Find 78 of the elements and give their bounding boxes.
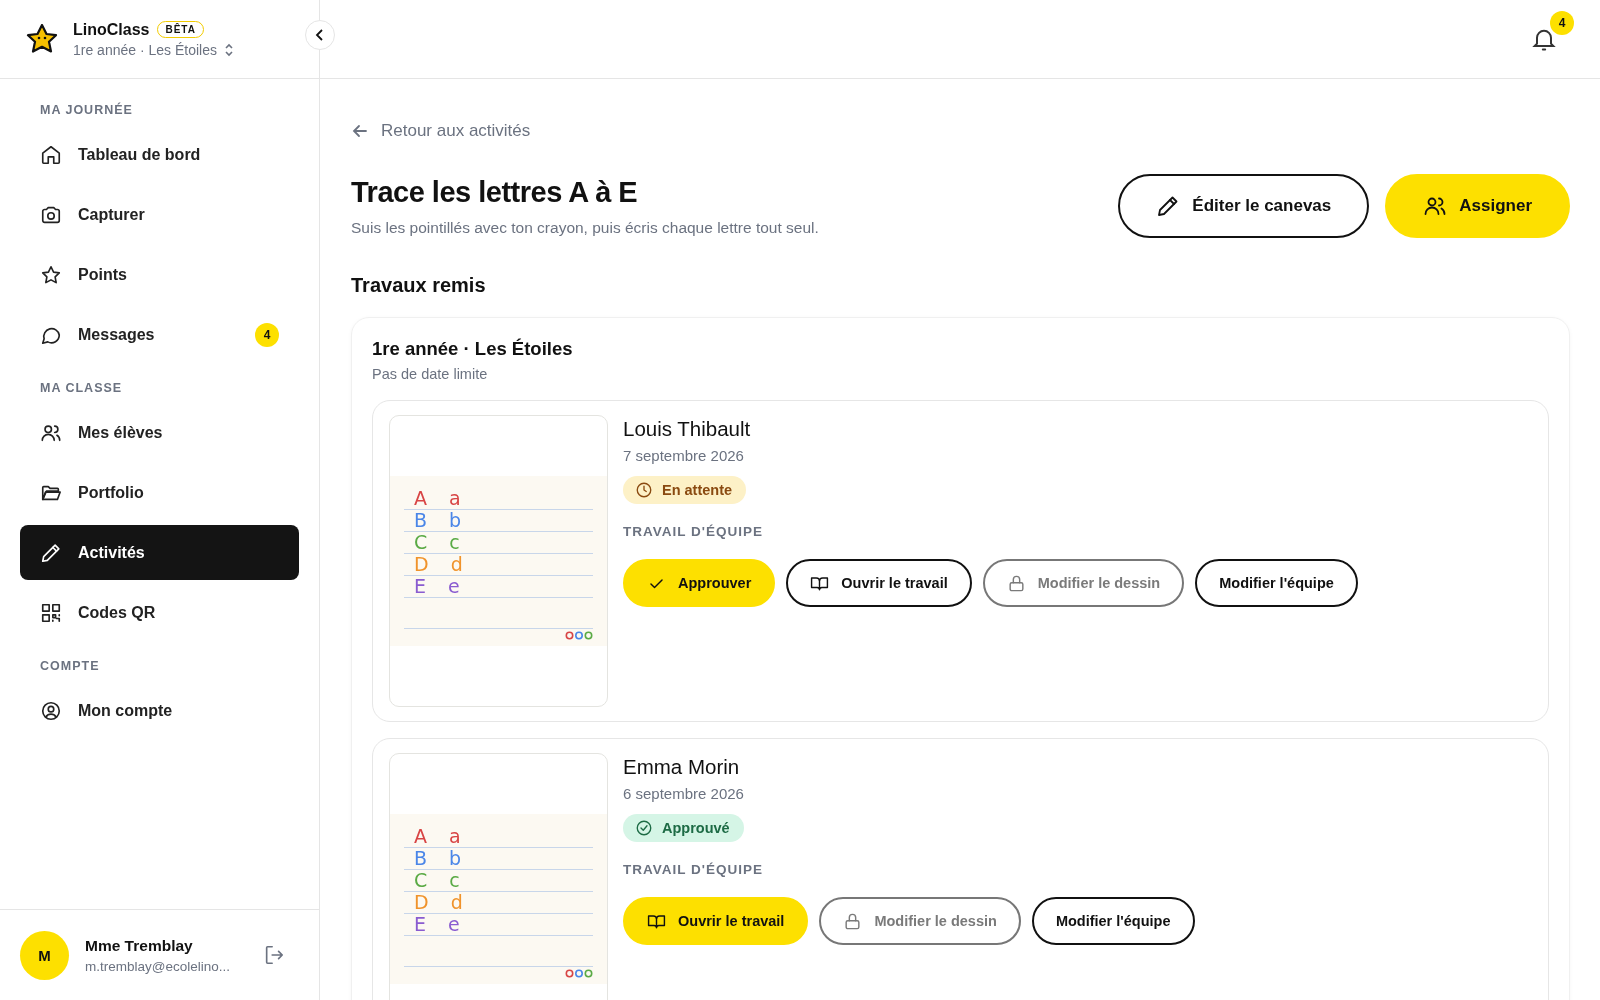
nav-item[interactable]: Messages 4 [20, 307, 299, 362]
user-avatar: M [20, 930, 69, 980]
nav-item[interactable]: Points [20, 247, 299, 302]
class-switcher[interactable]: 1re année · Les Étoiles [73, 41, 235, 58]
action-button[interactable]: Assigner [1385, 174, 1570, 238]
team-work-label: TRAVAIL D'ÉQUIPE [623, 524, 763, 539]
star-logo-icon [25, 24, 59, 54]
traced-letter: b [449, 510, 462, 531]
lock-icon [1006, 573, 1026, 593]
status-badge: Approuvé [623, 814, 744, 842]
submission-date: 6 septembre 2026 [623, 785, 744, 802]
action-button[interactable]: Ouvrir le travail [786, 559, 972, 607]
action-button[interactable]: Approuver [623, 559, 776, 607]
traced-letter: D [414, 892, 429, 913]
app-name: LinoClass [73, 20, 150, 39]
traced-letter: B [414, 510, 428, 531]
user-email: m.tremblay@ecolelino... [85, 958, 231, 974]
chevron-up-down-icon [223, 42, 235, 57]
collapse-sidebar-button[interactable] [305, 20, 335, 50]
lock-icon [843, 911, 863, 931]
unread-badge: 4 [255, 322, 279, 347]
clock-icon [635, 481, 653, 499]
drawing-thumbnail[interactable]: A a B b C c D d E e [389, 753, 608, 1000]
traced-letter: b [449, 848, 462, 869]
drawing-thumbnail[interactable]: A a B b C c D d E e [389, 415, 608, 707]
nav-section-title: COMPTE [39, 658, 101, 675]
traced-letter: e [448, 576, 460, 597]
user-circle-icon [40, 699, 62, 722]
action-button[interactable]: Éditer le canevas [1118, 174, 1370, 238]
traced-letter: a [449, 488, 461, 509]
nav-item[interactable]: Capturer [20, 187, 299, 242]
student-name: Emma Morin [623, 755, 740, 779]
home-icon [40, 143, 62, 166]
pencil-icon [40, 541, 62, 564]
action-button[interactable]: Modifier l'équipe [1031, 897, 1195, 945]
traced-letter: A [414, 488, 427, 509]
traced-letter: a [449, 826, 461, 847]
action-button[interactable]: Ouvrir le travail [623, 897, 809, 945]
traced-letter: d [450, 554, 463, 575]
due-date: Pas de date limite [372, 366, 489, 382]
traced-letter: e [448, 914, 460, 935]
traced-letter: E [414, 576, 426, 597]
status-badge: En attente [623, 476, 747, 504]
traced-letter: c [449, 870, 460, 891]
arrow-left-icon [351, 122, 369, 140]
back-link[interactable]: Retour aux activités [351, 121, 531, 141]
nav-item[interactable]: Mes élèves [20, 405, 299, 460]
qr-code-icon [40, 601, 62, 624]
nav-item[interactable]: Codes QR [20, 585, 299, 640]
nav-item[interactable]: Mon compte [20, 683, 299, 738]
check-circle-icon [635, 819, 653, 837]
group-title: 1re année · Les Étoiles [372, 338, 574, 360]
nav-item[interactable]: Tableau de bord [20, 127, 299, 182]
color-dots-icon [565, 631, 593, 640]
color-dots-icon [565, 969, 593, 978]
nav-section-title: MA CLASSE [39, 380, 124, 397]
user-name: Mme Tremblay [85, 936, 194, 955]
logout-button[interactable] [263, 944, 285, 966]
page-title: Trace les lettres A à E [351, 175, 639, 209]
submission-date: 7 septembre 2026 [623, 447, 744, 464]
star-icon [40, 263, 62, 286]
traced-letter: A [414, 826, 427, 847]
section-title: Travaux remis [351, 274, 487, 297]
traced-letter: E [414, 914, 426, 935]
traced-letter: c [449, 532, 460, 553]
traced-letter: C [414, 532, 428, 553]
nav-item[interactable]: Activités [20, 525, 299, 580]
student-name: Louis Thibault [623, 417, 751, 441]
page-subtitle: Suis les pointillés avec ton crayon, puis écris chaque lettre tout seul. [351, 218, 819, 237]
action-button[interactable]: Modifier l'équipe [1195, 559, 1358, 607]
traced-letter: d [450, 892, 463, 913]
nav-item[interactable]: Portfolio [20, 465, 299, 520]
traced-letter: C [414, 870, 428, 891]
team-work-label: TRAVAIL D'ÉQUIPE [623, 862, 763, 877]
nav-section-title: MA JOURNÉE [39, 101, 134, 119]
traced-letter: B [414, 848, 428, 869]
notification-count: 4 [1550, 11, 1574, 35]
traced-letter: D [414, 554, 429, 575]
